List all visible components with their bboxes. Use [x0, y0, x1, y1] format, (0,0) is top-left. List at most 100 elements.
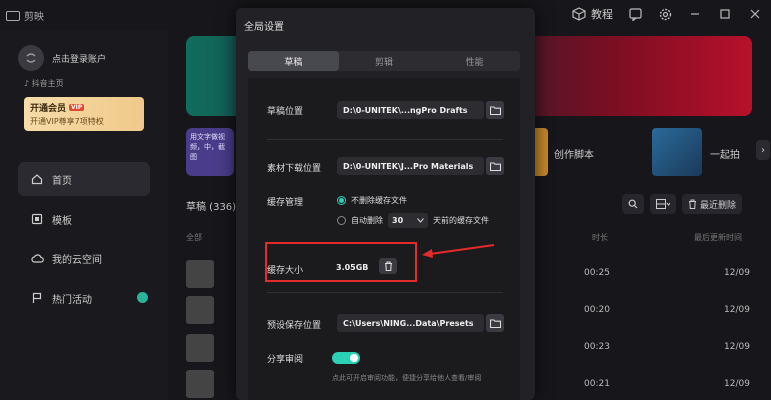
draft-thumbnail[interactable]	[186, 334, 214, 362]
maximize-icon[interactable]	[717, 6, 733, 22]
template-icon	[30, 212, 44, 226]
trash-icon	[689, 199, 696, 209]
recently-deleted-label: 最近删除	[700, 200, 737, 211]
feedback-icon[interactable]	[627, 6, 643, 22]
draft-duration: 00:25	[584, 268, 610, 278]
app-name: 剪映	[24, 12, 44, 23]
search-icon	[628, 199, 638, 209]
sidebar-item-label: 模板	[52, 215, 72, 227]
next-arrow-button[interactable]: ›	[756, 140, 770, 160]
cache-keep-option[interactable]: 不删除缓存文件	[337, 195, 407, 206]
material-location-field[interactable]: D:\0-UNITEK\J...Pro Materials	[337, 157, 484, 175]
drafts-header: 草稿 (336)	[186, 202, 237, 213]
minimize-icon[interactable]	[687, 6, 703, 22]
login-button[interactable]: 点击登录账户	[18, 40, 148, 76]
login-label: 点击登录账户	[52, 54, 107, 65]
draft-duration: 00:23	[584, 342, 610, 352]
draft-thumbnail[interactable]	[186, 260, 214, 288]
cube-icon	[571, 6, 587, 22]
vip-badge: VIP	[69, 104, 85, 111]
sidebar-item-cloud[interactable]: 我的云空间	[18, 241, 150, 275]
column-all[interactable]: 全部	[186, 232, 202, 243]
window-controls: 教程	[571, 6, 763, 22]
draft-date: 12/09	[724, 305, 750, 315]
cache-days-value: 30	[392, 216, 404, 225]
recently-deleted-button[interactable]: 最近删除	[682, 194, 743, 214]
sidebar-item-home[interactable]: 首页	[18, 162, 150, 196]
vip-banner[interactable]: 开通会员 VIP 开通VIP尊享7项特权	[24, 97, 144, 131]
close-icon[interactable]	[747, 6, 763, 22]
sidebar-item-templates[interactable]: 模板	[18, 202, 150, 236]
sidebar-item-activities[interactable]: 热门活动	[18, 281, 150, 315]
divider	[267, 292, 503, 293]
create-script-button[interactable]: 创作脚本	[554, 146, 594, 161]
app-window: 剪映 教程 点击登录账户 ♪ 抖音主页 开通会员 VIP 开通VIP尊享7项特权…	[0, 0, 771, 400]
preset-location-label: 预设保存位置	[267, 321, 322, 331]
tab-editing[interactable]: 剪辑	[339, 51, 430, 71]
draft-location-label: 草稿位置	[267, 107, 304, 117]
draft-duration: 00:21	[584, 379, 610, 389]
view-toggle-button[interactable]	[650, 194, 676, 214]
auto-delete-prefix: 自动删除	[351, 216, 383, 225]
divider	[267, 139, 503, 140]
notification-dot	[137, 292, 148, 303]
chevron-down-icon	[417, 218, 424, 223]
tutorial-button[interactable]: 教程	[571, 6, 613, 22]
preset-location-browse-button[interactable]	[486, 314, 504, 332]
draft-thumbnail[interactable]	[186, 370, 214, 398]
folder-icon	[489, 161, 501, 171]
draft-location-field[interactable]: D:\0-UNITEK\...ngPro Drafts	[337, 101, 484, 119]
draft-duration: 00:20	[584, 305, 610, 315]
tutorial-label: 教程	[591, 8, 613, 21]
shoot-together-button[interactable]: 一起拍	[710, 146, 740, 161]
cloud-icon	[30, 251, 44, 265]
tab-drafts[interactable]: 草稿	[248, 51, 339, 71]
douyin-label: 抖音主页	[31, 79, 64, 88]
vip-subtitle: 开通VIP尊享7项特权	[30, 117, 104, 126]
feature-card-text: 用文字做视频，中，截图	[190, 133, 225, 161]
annotation-highlight-box	[265, 242, 417, 282]
cache-auto-delete-option[interactable]: 自动删除 30 天前的缓存文件	[337, 213, 489, 228]
share-review-label: 分享审阅	[267, 355, 304, 365]
material-location-browse-button[interactable]	[486, 157, 504, 175]
folder-icon	[489, 318, 501, 328]
feature-card[interactable]: 用文字做视频，中，截图	[186, 128, 234, 176]
vip-title: 开通会员	[30, 104, 67, 114]
draft-date: 12/09	[724, 379, 750, 389]
auto-delete-suffix: 天前的缓存文件	[433, 216, 489, 225]
douyin-homepage-link[interactable]: ♪ 抖音主页	[24, 78, 64, 89]
sidebar-item-label: 首页	[52, 175, 72, 187]
drafts-settings-panel: 草稿位置 D:\0-UNITEK\...ngPro Drafts 素材下载位置 …	[248, 78, 520, 400]
draft-date: 12/09	[724, 342, 750, 352]
logo-icon	[6, 10, 20, 21]
home-icon	[30, 172, 44, 186]
draft-thumbnail[interactable]	[186, 296, 214, 324]
cache-days-select[interactable]: 30	[388, 213, 428, 228]
search-button[interactable]	[622, 194, 644, 214]
preset-location-field[interactable]: C:\Users\NING...Data\Presets	[337, 314, 484, 332]
draft-toolbar: 最近删除	[622, 194, 743, 214]
share-review-hint: 点此可开启审阅功能，便捷分享给他人查看/审阅	[332, 374, 482, 382]
sidebar-item-label: 我的云空间	[52, 254, 102, 266]
flag-icon	[30, 291, 44, 305]
radio-unselected[interactable]	[337, 216, 346, 225]
sidebar-item-label: 热门活动	[52, 294, 92, 306]
together-card-thumb[interactable]	[652, 128, 702, 176]
dialog-title: 全局设置	[244, 22, 284, 33]
list-view-icon	[656, 199, 670, 209]
global-settings-dialog: 全局设置 草稿 剪辑 性能 草稿位置 D:\0-UNITEK\...ngPro …	[236, 8, 535, 400]
sidebar: 点击登录账户 ♪ 抖音主页 开通会员 VIP 开通VIP尊享7项特权 首页 模板 …	[0, 30, 168, 400]
annotation-arrow-icon	[422, 244, 495, 258]
folder-icon	[489, 105, 501, 115]
avatar	[18, 45, 44, 71]
cache-management-label: 缓存管理	[267, 198, 304, 208]
material-location-label: 素材下载位置	[267, 164, 322, 174]
share-review-toggle[interactable]	[332, 352, 360, 364]
cache-keep-label: 不删除缓存文件	[351, 196, 407, 205]
radio-selected[interactable]	[337, 196, 346, 205]
app-logo: 剪映	[6, 8, 44, 23]
draft-date: 12/09	[724, 268, 750, 278]
tab-performance[interactable]: 性能	[429, 51, 520, 71]
settings-gear-icon[interactable]	[657, 6, 673, 22]
draft-location-browse-button[interactable]	[486, 101, 504, 119]
